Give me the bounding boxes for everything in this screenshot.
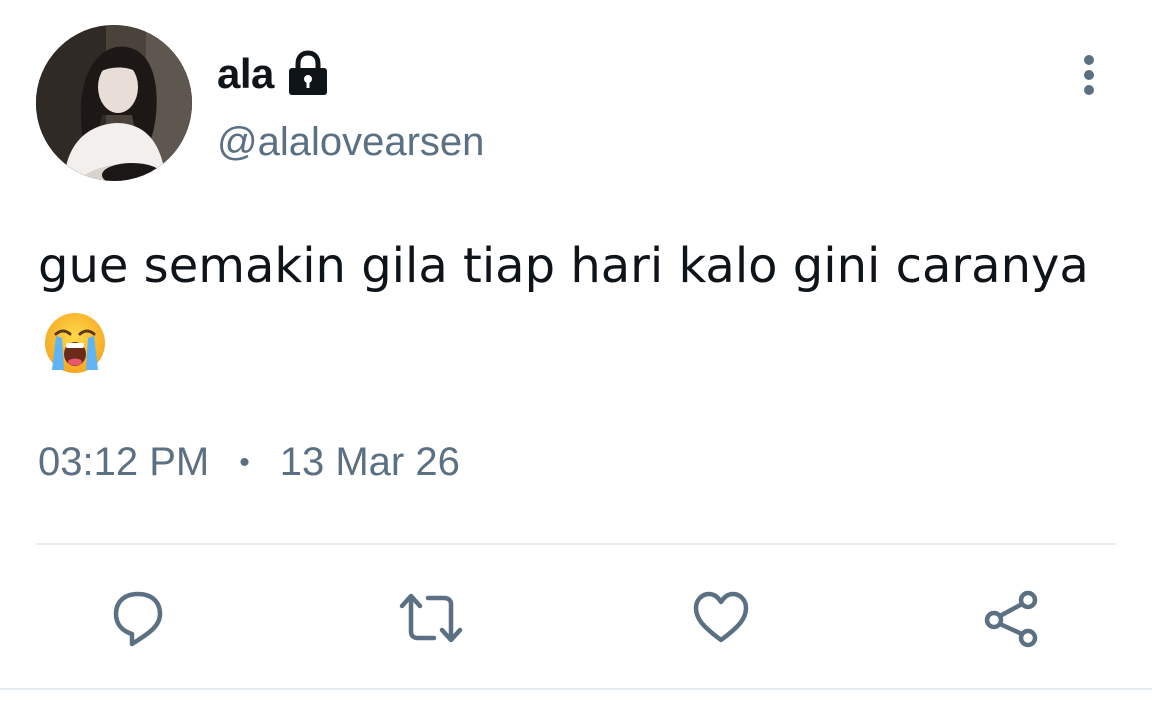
divider xyxy=(36,543,1116,545)
share-icon xyxy=(984,590,1038,648)
share-button[interactable] xyxy=(980,588,1040,648)
lock-icon xyxy=(286,50,330,98)
loudly-crying-face-icon xyxy=(42,310,108,376)
more-vertical-icon[interactable] xyxy=(1072,52,1106,98)
tweet-card: ala @alalovearsen gue semakin gila tiap … xyxy=(0,0,1152,708)
retweet-icon xyxy=(399,593,463,643)
tweet-date[interactable]: 13 Mar 26 xyxy=(280,440,460,485)
tweet-time[interactable]: 03:12 PM xyxy=(38,440,209,485)
retweet-button[interactable] xyxy=(398,588,463,648)
tweet-meta: 03:12 PM • 13 Mar 26 xyxy=(38,440,460,485)
handle[interactable]: @alalovearsen xyxy=(217,120,484,165)
tweet-text-content: gue semakin gila tiap hari kalo gini car… xyxy=(38,238,1089,294)
reply-button[interactable] xyxy=(108,588,168,648)
tweet-text: gue semakin gila tiap hari kalo gini car… xyxy=(38,226,1118,386)
avatar-image xyxy=(36,25,192,181)
like-button[interactable] xyxy=(690,588,750,648)
bottom-divider xyxy=(0,688,1152,690)
display-name[interactable]: ala xyxy=(217,50,274,98)
avatar[interactable] xyxy=(36,25,192,181)
author-name-row: ala xyxy=(217,44,330,104)
reply-icon xyxy=(113,591,163,647)
heart-icon xyxy=(693,591,749,643)
meta-separator: • xyxy=(239,445,250,479)
